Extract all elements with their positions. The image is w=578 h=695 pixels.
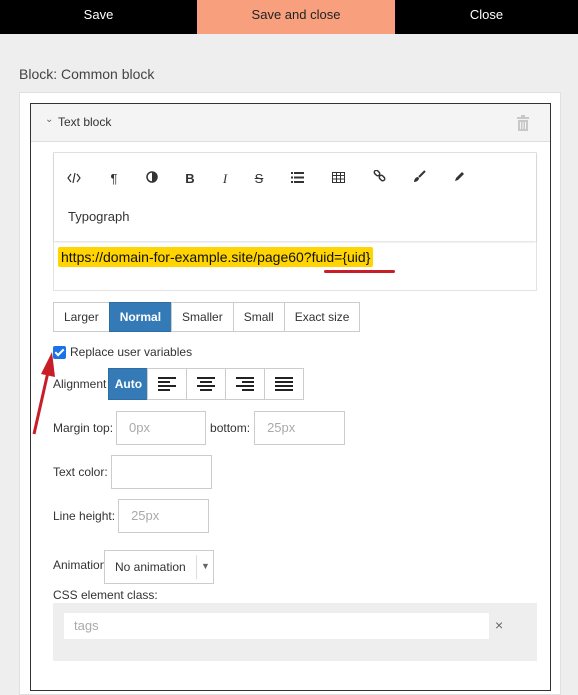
replace-vars-row: Replace user variables [53,344,192,360]
alignment-label: Alignment [53,377,107,391]
align-justify-icon [275,377,294,391]
caret-down-icon: ▼ [201,561,210,571]
list-icon[interactable] [282,167,312,191]
editor-toolbar: ¶ B I S Typograph [54,153,536,241]
close-button[interactable]: Close [395,0,578,34]
animation-label: Animation: [53,558,110,572]
text-size-group: Larger Normal Smaller Small Exact size [53,302,361,332]
size-normal-button[interactable]: Normal [108,302,173,332]
block-panel: ⌄ Text block ¶ B I S Typograph https://d… [19,92,561,695]
rich-text-editor[interactable]: ¶ B I S Typograph https://domain-for-exa… [53,152,537,291]
align-justify-button[interactable] [264,368,305,400]
animation-select[interactable]: No animation ▼ [104,550,214,584]
css-class-label: CSS element class: [53,588,158,602]
chevron-down-icon[interactable]: ⌄ [45,114,53,125]
align-left-button[interactable] [147,368,188,400]
select-divider [196,555,197,579]
line-height-input[interactable]: 25px [118,499,210,533]
size-small-button[interactable]: Small [232,302,285,332]
size-exact-button[interactable]: Exact size [283,302,361,332]
table-icon[interactable] [323,167,353,191]
strikethrough-icon[interactable]: S [244,167,274,191]
italic-icon[interactable]: I [210,167,240,191]
typograph-button[interactable]: Typograph [68,209,129,224]
paragraph-icon[interactable]: ¶ [99,167,129,191]
align-center-button[interactable] [186,368,227,400]
text-color-row: Text color: [53,455,212,489]
text-block-card: ⌄ Text block ¶ B I S Typograph https://d… [30,103,551,691]
editor-content[interactable]: https://domain-for-example.site/page60?f… [58,247,374,267]
replace-vars-label[interactable]: Replace user variables [70,345,192,359]
text-block-title: Text block [58,115,112,129]
margin-bottom-label: bottom: [210,421,251,435]
align-center-icon [197,377,216,391]
align-right-icon [236,377,255,391]
bold-icon[interactable]: B [175,167,205,191]
css-class-tags-input[interactable]: tags [64,613,489,639]
brush-icon[interactable] [404,167,434,191]
size-larger-button[interactable]: Larger [53,302,110,332]
top-action-bar: Save Save and close Close [0,0,578,34]
align-right-button[interactable] [225,368,266,400]
align-auto-button[interactable]: Auto [108,368,149,400]
contrast-icon[interactable] [137,167,167,191]
css-class-tag-box: tags × [53,603,537,661]
line-height-row: Line height: 25px [53,499,210,533]
text-color-label: Text color: [53,465,108,479]
align-left-icon [158,377,177,391]
text-block-header[interactable]: ⌄ Text block [31,104,550,142]
size-smaller-button[interactable]: Smaller [171,302,234,332]
margin-bottom-input[interactable]: 25px [254,411,346,445]
animation-row: Animation: [53,558,110,572]
text-color-input[interactable] [110,455,212,489]
block-title: Block: Common block [19,66,155,82]
annotation-underline [324,270,395,273]
animation-value: No animation [115,560,186,574]
line-height-label: Line height: [53,509,116,523]
margin-top-input[interactable]: 0px [116,411,207,445]
save-button[interactable]: Save [0,0,197,34]
save-and-close-button[interactable]: Save and close [197,0,395,34]
margin-top-label: Margin top: [53,421,114,435]
trash-icon[interactable] [516,115,530,131]
link-icon[interactable] [364,167,394,191]
clear-icon[interactable]: × [495,617,503,633]
pencil-icon[interactable] [444,167,474,191]
code-icon[interactable] [59,167,89,191]
margin-row: Margin top: 0px bottom: 25px [53,411,346,445]
alignment-row: Alignment Auto [53,368,305,400]
alignment-group: Auto [108,368,305,400]
